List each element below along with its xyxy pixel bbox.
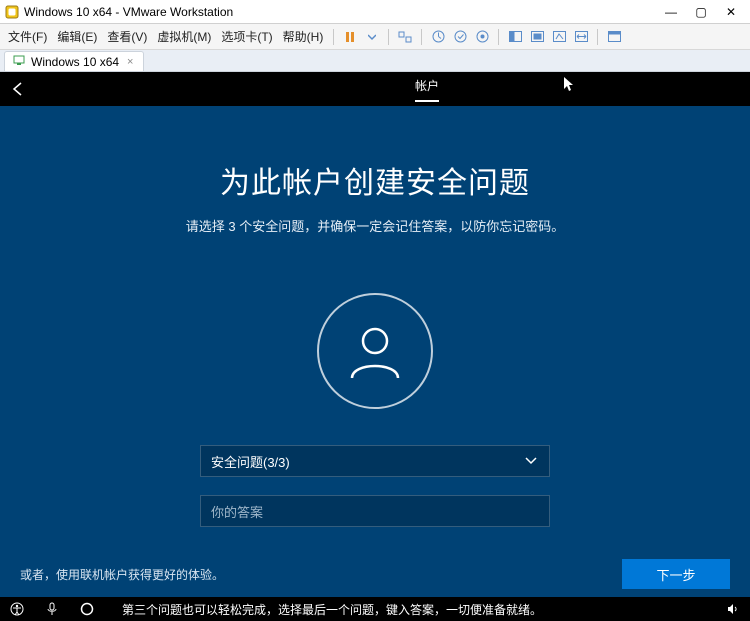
menu-help[interactable]: 帮助(H) <box>279 26 328 47</box>
separator <box>388 29 389 45</box>
menu-file[interactable]: 文件(F) <box>4 26 51 47</box>
tab-vm-icon <box>13 54 25 69</box>
select-label: 安全问题(3/3) <box>211 452 290 471</box>
user-icon <box>344 320 406 382</box>
menu-tabs[interactable]: 选项卡(T) <box>217 26 276 47</box>
vmware-icon <box>4 4 20 20</box>
menu-bar: 文件(F) 编辑(E) 查看(V) 虚拟机(M) 选项卡(T) 帮助(H) <box>0 24 750 50</box>
back-button[interactable] <box>0 72 36 106</box>
page-title: 为此帐户创建安全问题 <box>220 158 530 202</box>
cortana-caption: 第三个问题也可以轻松完成，选择最后一个问题，键入答案，一切便准备就绪。 <box>122 601 542 618</box>
separator <box>498 29 499 45</box>
window-controls: — ▢ ✕ <box>656 2 746 22</box>
ease-of-access-icon[interactable] <box>10 602 24 616</box>
use-online-account-link[interactable]: 或者，使用联机帐户获得更好的体验。 <box>20 566 224 583</box>
snapshot-manager-icon[interactable] <box>450 27 470 47</box>
vm-tab[interactable]: Windows 10 x64 × <box>4 51 144 71</box>
snapshot-icon[interactable] <box>428 27 448 47</box>
library-icon[interactable] <box>604 27 624 47</box>
unity-icon[interactable] <box>549 27 569 47</box>
avatar <box>317 293 433 409</box>
window-title: Windows 10 x64 - VMware Workstation <box>24 5 656 19</box>
oobe-top-bar: 帐户 <box>0 72 750 106</box>
tab-strip: Windows 10 x64 × <box>0 50 750 72</box>
tab-label: Windows 10 x64 <box>31 55 119 69</box>
pause-icon[interactable] <box>340 27 360 47</box>
chevron-down-icon <box>523 452 539 471</box>
os-bottom-bar: 第三个问题也可以轻松完成，选择最后一个问题，键入答案，一切便准备就绪。 <box>0 597 750 621</box>
menu-edit[interactable]: 编辑(E) <box>53 26 101 47</box>
microphone-icon[interactable] <box>46 602 58 616</box>
cortana-icon[interactable] <box>80 602 94 616</box>
send-input-icon[interactable] <box>395 27 415 47</box>
menu-vm[interactable]: 虚拟机(M) <box>153 26 215 47</box>
menu-view[interactable]: 查看(V) <box>103 26 151 47</box>
fit-guest-icon[interactable] <box>505 27 525 47</box>
dropdown-icon[interactable] <box>362 27 382 47</box>
minimize-button[interactable]: — <box>656 2 686 22</box>
separator <box>597 29 598 45</box>
guest-display: 帐户 为此帐户创建安全问题 请选择 3 个安全问题，并确保一定会记住答案，以防你… <box>0 72 750 621</box>
oobe-section-tab: 帐户 <box>415 77 439 102</box>
tab-close-button[interactable]: × <box>125 56 135 68</box>
answer-placeholder: 你的答案 <box>211 502 263 521</box>
answer-input[interactable]: 你的答案 <box>200 495 550 527</box>
separator <box>333 29 334 45</box>
security-question-select[interactable]: 安全问题(3/3) <box>200 445 550 477</box>
revert-icon[interactable] <box>472 27 492 47</box>
title-bar: Windows 10 x64 - VMware Workstation — ▢ … <box>0 0 750 24</box>
volume-icon[interactable] <box>726 602 740 616</box>
oobe-body: 为此帐户创建安全问题 请选择 3 个安全问题，并确保一定会记住答案，以防你忘记密… <box>0 106 750 597</box>
maximize-button[interactable]: ▢ <box>686 2 716 22</box>
stretch-icon[interactable] <box>571 27 591 47</box>
close-button[interactable]: ✕ <box>716 2 746 22</box>
separator <box>421 29 422 45</box>
cursor-icon <box>563 76 575 95</box>
fullscreen-icon[interactable] <box>527 27 547 47</box>
page-subtitle: 请选择 3 个安全问题，并确保一定会记住答案，以防你忘记密码。 <box>186 216 564 235</box>
next-button[interactable]: 下一步 <box>622 559 730 589</box>
